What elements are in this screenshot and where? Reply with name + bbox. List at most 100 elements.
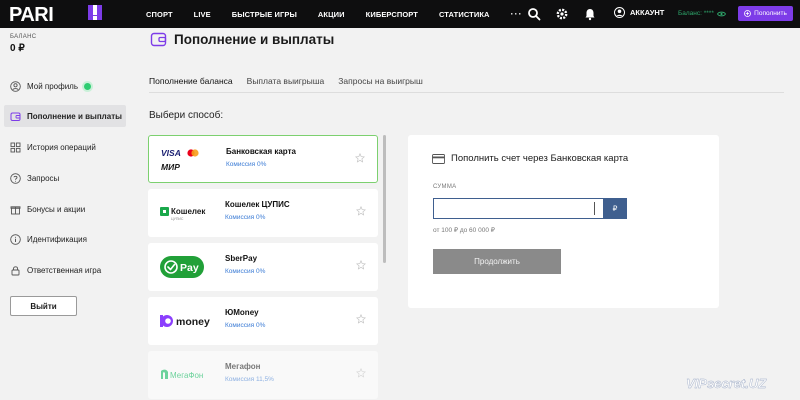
text-caret: [594, 202, 595, 215]
method-name: Кошелек ЦУПИС: [225, 200, 290, 209]
koshelek-logo-text: Кошелек: [171, 207, 206, 216]
panel-header: Пополнить счет через Банковская карта: [432, 153, 628, 164]
account-label: АККАУНТ: [630, 8, 665, 17]
yoomoney-logo-text: money: [176, 316, 210, 328]
sidebar-item-profile[interactable]: Мой профиль: [4, 75, 126, 97]
header-topup-button[interactable]: Пополнить: [738, 6, 793, 21]
logout-button[interactable]: Выйти: [10, 296, 77, 316]
method-name: Мегафон: [225, 362, 261, 371]
sberpay-logo: Pay: [160, 256, 204, 278]
star-icon[interactable]: [355, 153, 365, 163]
gift-icon: [10, 205, 21, 214]
tab-withdrawal-requests[interactable]: Запросы на выигрыш: [338, 76, 423, 93]
method-koshelek-cupis[interactable]: Кошелек ЦУПИС Кошелек ЦУПИС Комиссия 0%: [148, 189, 378, 237]
header-balance-text: Баланс: ****: [678, 10, 714, 17]
sidebar-item-history[interactable]: История операций: [4, 136, 126, 158]
amount-input[interactable]: [433, 198, 603, 219]
main-content: Пополнение и выплаты Пополнение баланса …: [132, 28, 800, 400]
deposit-panel: Пополнить счет через Банковская карта СУ…: [408, 135, 719, 308]
user-icon: [10, 80, 21, 92]
sidebar-item-label: Бонусы и акции: [27, 204, 86, 214]
method-fee: Комиссия 0%: [225, 322, 266, 329]
panel-title: Пополнить счет через Банковская карта: [451, 153, 629, 164]
gear-icon[interactable]: [555, 7, 569, 21]
nav-sport[interactable]: СПОРТ: [146, 10, 173, 19]
logo-text: PARI: [9, 4, 53, 25]
method-name: Банковская карта: [226, 147, 296, 156]
sidebar-item-responsible-gaming[interactable]: Ответственная игра: [4, 259, 126, 281]
wallet-icon: [10, 112, 21, 121]
currency-button[interactable]: ₽: [603, 198, 627, 219]
sidebar-item-label: Мой профиль: [27, 81, 79, 91]
sum-label: СУММА: [433, 184, 457, 190]
nav-statistics[interactable]: СТАТИСТИКА: [439, 10, 490, 19]
star-icon[interactable]: [356, 368, 366, 378]
balance-label: БАЛАНС: [10, 34, 37, 40]
eye-icon[interactable]: [716, 11, 726, 17]
nav-promotions[interactable]: АКЦИИ: [318, 10, 345, 19]
koshelek-logo: Кошелек ЦУПИС: [160, 207, 206, 221]
question-icon: [10, 172, 21, 184]
visa-mastercard-mir-logo: VISA МИР: [161, 148, 199, 172]
nav-fast-games[interactable]: БЫСТРЫЕ ИГРЫ: [232, 10, 297, 19]
method-yoomoney[interactable]: money ЮMoney Комиссия 0%: [148, 297, 378, 345]
sberpay-logo-text: Pay: [180, 262, 199, 274]
method-sberpay[interactable]: Pay SberPay Комиссия 0%: [148, 243, 378, 291]
sidebar-item-bonuses[interactable]: Бонусы и акции: [4, 198, 126, 220]
continue-button[interactable]: Продолжить: [433, 249, 561, 274]
sidebar-item-label: Пополнение и выплаты: [27, 111, 122, 121]
star-icon[interactable]: [356, 260, 366, 270]
megafon-logo-text: МегаФон: [170, 371, 203, 380]
payment-methods-list: VISA МИР Банковская карта Комиссия 0% Ко…: [148, 135, 378, 400]
pari-logo[interactable]: PARI: [8, 3, 130, 25]
koshelek-logo-subtext: ЦУПИС: [171, 217, 184, 221]
page-header: Пополнение и выплаты: [150, 31, 334, 48]
credit-card-icon: [432, 153, 445, 164]
sidebar-item-label: Ответственная игра: [27, 265, 102, 275]
header-balance: Баланс: ****: [678, 10, 726, 17]
plus-circle-icon: [744, 10, 752, 17]
method-bank-card[interactable]: VISA МИР Банковская карта Комиссия 0%: [148, 135, 378, 183]
yoomoney-logo: money: [160, 315, 210, 328]
sidebar-item-label: История операций: [27, 142, 96, 152]
page-title: Пополнение и выплаты: [174, 32, 335, 47]
info-icon: [10, 233, 21, 245]
user-circle-icon: [614, 7, 625, 18]
account-button[interactable]: АККАУНТ: [614, 7, 664, 18]
nav-live[interactable]: LIVE: [194, 10, 211, 19]
tab-withdrawal[interactable]: Выплата выигрыша: [247, 76, 325, 93]
main-nav: СПОРТ LIVE БЫСТРЫЕ ИГРЫ АКЦИИ КИБЕРСПОРТ…: [146, 0, 523, 28]
amount-range-hint: от 100 ₽ до 60 000 ₽: [433, 227, 495, 234]
sidebar-item-deposits[interactable]: Пополнение и выплаты: [4, 105, 126, 127]
sidebar-item-label: Идентификация: [27, 234, 87, 244]
star-icon[interactable]: [356, 314, 366, 324]
bell-icon[interactable]: [583, 7, 597, 21]
methods-scrollbar[interactable]: [383, 135, 386, 263]
method-fee: Комиссия 11,5%: [225, 376, 274, 383]
sidebar-item-requests[interactable]: Запросы: [4, 167, 126, 189]
tabs: Пополнение баланса Выплата выигрыша Запр…: [149, 76, 437, 93]
method-megafon[interactable]: МегаФон Мегафон Комиссия 11,5%: [148, 351, 378, 399]
wallet-icon: [150, 32, 167, 47]
nav-esports[interactable]: КИБЕРСПОРТ: [366, 10, 418, 19]
megafon-logo: МегаФон: [161, 369, 203, 380]
sidebar-item-label: Запросы: [27, 173, 60, 183]
grid-icon: [10, 142, 21, 152]
star-icon[interactable]: [356, 206, 366, 216]
method-fee: Комиссия 0%: [225, 268, 266, 275]
mir-logo-text: МИР: [161, 162, 180, 172]
visa-logo-text: VISA: [161, 148, 181, 158]
method-name: ЮMoney: [225, 308, 259, 317]
sidebar-item-identification[interactable]: Идентификация: [4, 228, 126, 250]
balance-value: 0 ₽: [10, 43, 25, 54]
method-fee: Комиссия 0%: [225, 214, 266, 221]
nav-more-button[interactable]: ···: [511, 9, 523, 19]
search-icon[interactable]: [527, 7, 541, 21]
tabs-divider: [149, 92, 784, 93]
lock-icon: [11, 265, 20, 275]
sidebar: БАЛАНС 0 ₽ Мой профиль Пополнение и выпл…: [0, 28, 132, 400]
top-header: PARI СПОРТ LIVE БЫСТРЫЕ ИГРЫ АКЦИИ КИБЕР…: [0, 0, 800, 28]
verified-status-dot: [84, 82, 92, 90]
header-topup-label: Пополнить: [754, 10, 787, 17]
tab-deposit[interactable]: Пополнение баланса: [149, 76, 233, 93]
